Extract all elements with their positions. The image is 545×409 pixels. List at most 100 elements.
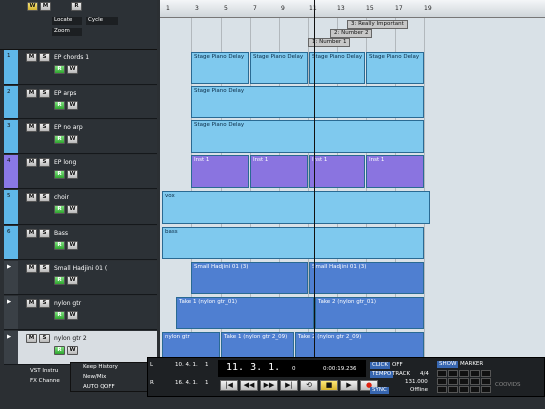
locate-dropdown[interactable]: Locate (52, 17, 82, 25)
mute-button[interactable]: M (26, 229, 37, 238)
read-button[interactable]: R (54, 135, 65, 144)
mute-button[interactable]: M (26, 123, 37, 132)
goto-end-button[interactable]: ▶| (280, 380, 298, 391)
mute-button[interactable]: M (26, 299, 37, 308)
part-inst-a[interactable]: Inst 1 (191, 155, 249, 188)
marker-pad[interactable] (448, 386, 458, 393)
write-button[interactable]: W (67, 135, 78, 144)
playhead-cursor[interactable] (314, 0, 315, 370)
track-name[interactable]: nylon gtr 2 (54, 335, 110, 342)
solo-button[interactable]: S (39, 89, 50, 98)
toolbar-r-button[interactable]: R (71, 2, 82, 11)
part-bass[interactable]: bass (162, 227, 424, 259)
track-4[interactable]: 4 M S EP long R W (4, 155, 157, 189)
marker-pad[interactable] (481, 378, 491, 385)
track-name[interactable]: Small Hadjini 01 ( (54, 265, 110, 272)
write-button[interactable]: W (67, 101, 78, 110)
track-name[interactable]: choir (54, 194, 110, 201)
part-stage-piano-2[interactable]: Stage Piano Delay (191, 86, 424, 118)
track-7[interactable]: ▶ M S Small Hadjini 01 ( R W (4, 261, 157, 295)
solo-button[interactable]: S (39, 193, 50, 202)
mute-button[interactable]: M (26, 89, 37, 98)
solo-button[interactable]: S (39, 123, 50, 132)
part-inst-d[interactable]: Inst 1 (366, 155, 424, 188)
tempo-button[interactable]: TEMPO (370, 371, 394, 378)
marker-pad[interactable] (470, 386, 480, 393)
track-name[interactable]: EP arps (54, 90, 110, 97)
read-button[interactable]: R (54, 170, 65, 179)
stop-button[interactable]: ■ (320, 380, 338, 391)
part-stage-piano-1c[interactable]: Stage Piano Delay (309, 52, 365, 84)
goto-start-button[interactable]: |◀ (220, 380, 238, 391)
play-icon[interactable]: ▶ (7, 299, 11, 306)
solo-button[interactable]: S (39, 334, 50, 343)
auto-q-label[interactable]: AUTO Q (83, 384, 105, 391)
forward-button[interactable]: ▶▶ (260, 380, 278, 391)
write-button[interactable]: W (67, 241, 78, 250)
part-hadjini-a[interactable]: Small Hadjini 01 (3) (191, 262, 308, 294)
play-button[interactable]: ▶ (340, 380, 358, 391)
write-button[interactable]: W (67, 170, 78, 179)
write-button[interactable]: W (67, 205, 78, 214)
write-button[interactable]: W (67, 65, 78, 74)
marker-pad[interactable] (459, 370, 469, 377)
write-button[interactable]: W (67, 276, 78, 285)
left-locator-subvalue[interactable]: 1 (205, 362, 209, 369)
track-2[interactable]: 2 M S EP arps R W (4, 86, 157, 119)
read-button[interactable]: R (54, 346, 65, 355)
marker-pad[interactable] (481, 370, 491, 377)
track-8[interactable]: ▶ M S nylon gtr R W (4, 296, 157, 330)
rewind-button[interactable]: ◀◀ (240, 380, 258, 391)
play-icon[interactable]: ▶ (7, 334, 11, 341)
write-button[interactable]: W (67, 346, 78, 355)
marker-pad[interactable] (459, 378, 469, 385)
mute-button[interactable]: M (26, 264, 37, 273)
track-name[interactable]: Bass (54, 230, 110, 237)
right-locator-subvalue[interactable]: 1 (205, 380, 209, 387)
part-hadjini-b[interactable]: Small Hadjini 01 (3) (309, 262, 424, 294)
track-6[interactable]: 6 M S Bass R W (4, 226, 157, 260)
read-button[interactable]: R (54, 311, 65, 320)
marker-pad[interactable] (470, 370, 480, 377)
part-stage-piano-1d[interactable]: Stage Piano Delay (366, 52, 424, 84)
marker-pad[interactable] (437, 386, 447, 393)
part-inst-b[interactable]: Inst 1 (250, 155, 308, 188)
marker-pad[interactable] (448, 378, 458, 385)
write-button[interactable]: W (67, 311, 78, 320)
zoom-dropdown[interactable]: Zoom (52, 28, 82, 36)
track-name[interactable]: nylon gtr (54, 300, 110, 307)
track-9[interactable]: ▶ M S nylon gtr 2 R W (4, 331, 157, 365)
marker-really-important[interactable]: 3: Really Important (347, 20, 408, 29)
track-name[interactable]: EP no arp (54, 124, 110, 131)
track-name[interactable]: EP chords 1 (54, 54, 110, 61)
ruler[interactable] (160, 0, 545, 18)
folder-fx-channels[interactable]: FX Channe (30, 378, 70, 385)
mute-button[interactable]: M (26, 158, 37, 167)
right-locator-value[interactable]: 16. 4. 1. (175, 380, 198, 387)
read-button[interactable]: R (54, 276, 65, 285)
marker-pad[interactable] (437, 370, 447, 377)
part-vox[interactable]: vox (162, 191, 430, 224)
left-locator-value[interactable]: 10. 4. 1. (175, 362, 198, 369)
part-stage-piano-1b[interactable]: Stage Piano Delay (250, 52, 308, 84)
track-name[interactable]: EP long (54, 159, 110, 166)
marker-number-2[interactable]: 2: Number 2 (330, 29, 373, 38)
toolbar-m-button[interactable]: M (40, 2, 51, 11)
read-button[interactable]: R (54, 101, 65, 110)
toolbar-w-button[interactable]: W (27, 2, 38, 11)
keep-history-label[interactable]: Keep History (83, 364, 118, 371)
show-button[interactable]: SHOW (437, 361, 459, 368)
click-button[interactable]: CLICK (370, 362, 390, 369)
marker-pad[interactable] (481, 386, 491, 393)
solo-button[interactable]: S (39, 53, 50, 62)
track-3[interactable]: 3 M S EP no arp R W (4, 120, 157, 154)
read-button[interactable]: R (54, 65, 65, 74)
newmix-label[interactable]: New/Mix (83, 374, 106, 381)
marker-pad[interactable] (470, 378, 480, 385)
solo-button[interactable]: S (39, 229, 50, 238)
marker-pad[interactable] (459, 386, 469, 393)
folder-vst-instruments[interactable]: VST Instru (30, 368, 70, 375)
part-nylon-take1[interactable]: Take 1 (nylon gtr_01) (176, 297, 314, 329)
mute-button[interactable]: M (26, 334, 37, 343)
cycle-dropdown[interactable]: Cycle (86, 17, 118, 25)
